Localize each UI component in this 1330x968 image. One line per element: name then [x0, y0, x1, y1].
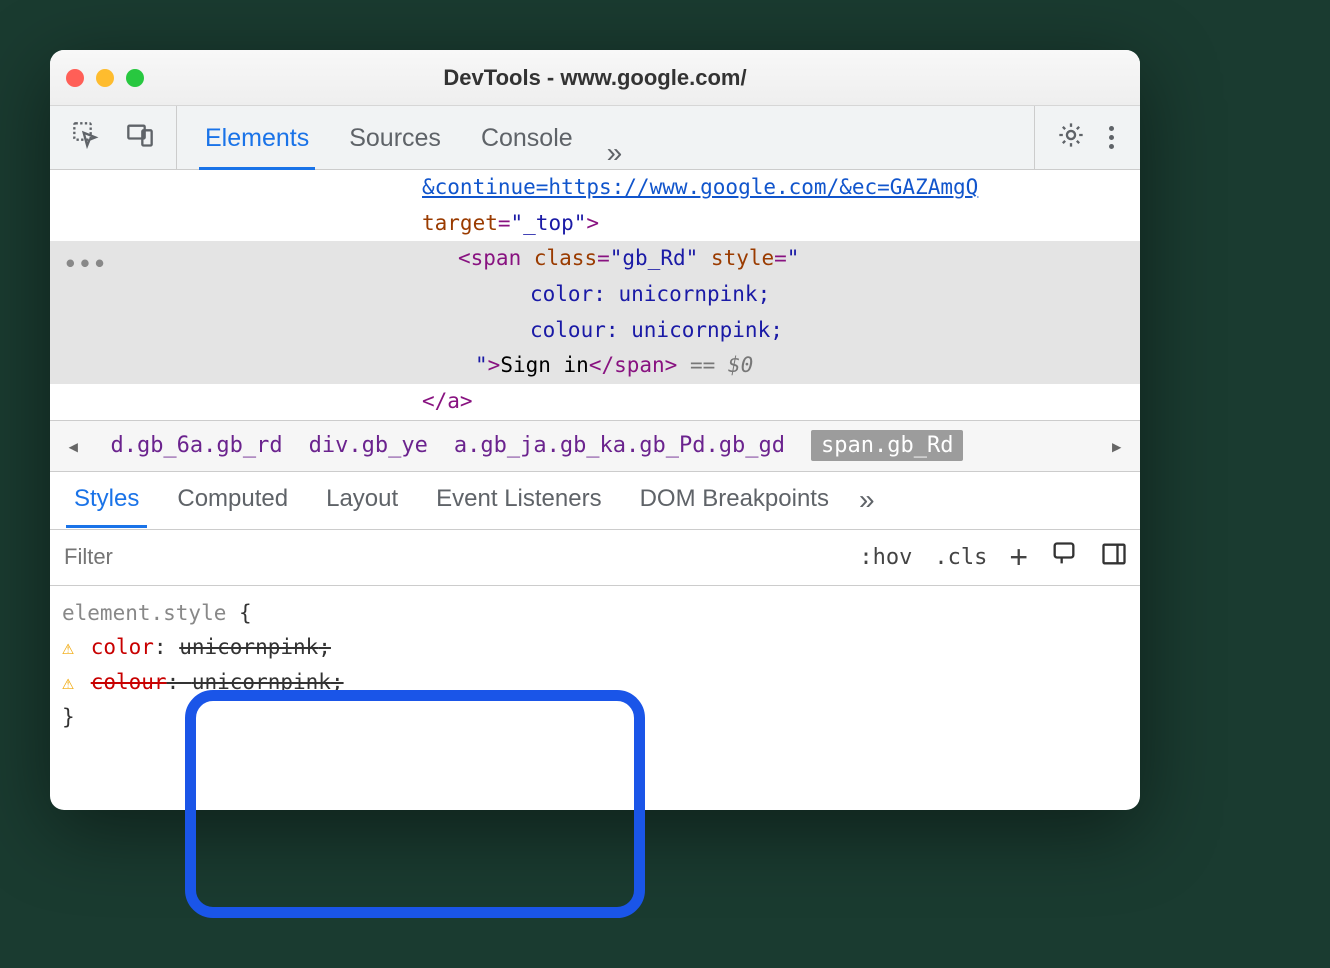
styles-toolbar: :hov .cls + — [50, 530, 1140, 586]
sidebar-tabs: Styles Computed Layout Event Listeners D… — [50, 472, 1140, 530]
elements-tree[interactable]: &continue=https://www.google.com/&ec=GAZ… — [50, 170, 1140, 420]
breadcrumb-item[interactable]: a.gb_ja.gb_ka.gb_Pd.gb_gd — [454, 433, 785, 458]
breadcrumb-prev-icon[interactable]: ◂ — [62, 432, 84, 460]
warning-icon: ⚠ — [62, 635, 74, 659]
rule-close: } — [62, 700, 1128, 735]
subtab-styles[interactable]: Styles — [66, 473, 147, 527]
panel-tabs: Elements Sources Console » — [177, 106, 1034, 169]
rule-selector[interactable]: element.style { — [62, 596, 1128, 631]
more-menu-icon[interactable] — [1105, 122, 1118, 153]
dom-style-line-1[interactable]: color: unicornpink; — [50, 277, 1140, 313]
more-tabs-icon[interactable]: » — [607, 137, 623, 169]
tab-elements[interactable]: Elements — [199, 110, 315, 169]
minimize-window-button[interactable] — [96, 69, 114, 87]
styles-filter-input[interactable] — [62, 543, 839, 571]
hov-button[interactable]: :hov — [859, 545, 912, 570]
more-subtabs-icon[interactable]: » — [859, 484, 875, 516]
expand-icon[interactable]: ••• — [64, 247, 108, 283]
devtools-window: DevTools - www.google.com/ Elements Sour… — [50, 50, 1140, 810]
warning-icon: ⚠ — [62, 670, 74, 694]
breadcrumb-item[interactable]: d.gb_6a.gb_rd — [110, 433, 282, 458]
subtab-dom-breakpoints[interactable]: DOM Breakpoints — [632, 473, 837, 527]
dom-style-line-2[interactable]: colour: unicornpink; — [50, 313, 1140, 349]
dom-close-a[interactable]: </a> — [50, 384, 1140, 420]
tab-console[interactable]: Console — [475, 110, 579, 169]
dom-url-fragment[interactable]: &continue=https://www.google.com/&ec=GAZ… — [50, 170, 1140, 206]
dom-selected-close[interactable]: ">Sign in</span> == $0 — [50, 348, 1140, 384]
styles-pane[interactable]: element.style { ⚠ color: unicornpink; ⚠ … — [50, 586, 1140, 743]
breadcrumb-next-icon[interactable]: ▸ — [1106, 432, 1128, 460]
cls-button[interactable]: .cls — [934, 545, 987, 570]
window-controls — [66, 69, 144, 87]
toggle-sidebar-icon[interactable] — [1100, 540, 1128, 574]
window-title: DevTools - www.google.com/ — [50, 65, 1140, 91]
rule-declaration[interactable]: ⚠ colour: unicornpink; — [62, 665, 1128, 700]
rule-declaration[interactable]: ⚠ color: unicornpink; — [62, 630, 1128, 665]
subtab-event-listeners[interactable]: Event Listeners — [428, 473, 609, 527]
subtab-computed[interactable]: Computed — [169, 473, 296, 527]
close-window-button[interactable] — [66, 69, 84, 87]
zoom-window-button[interactable] — [126, 69, 144, 87]
subtab-layout[interactable]: Layout — [318, 473, 406, 527]
breadcrumb-item[interactable]: div.gb_ye — [309, 433, 428, 458]
main-toolbar: Elements Sources Console » — [50, 106, 1140, 170]
tab-sources[interactable]: Sources — [343, 110, 447, 169]
paint-flashing-icon[interactable] — [1050, 540, 1078, 574]
new-rule-button[interactable]: + — [1009, 541, 1028, 573]
titlebar: DevTools - www.google.com/ — [50, 50, 1140, 106]
inspect-element-icon[interactable] — [72, 121, 100, 155]
settings-icon[interactable] — [1057, 121, 1085, 155]
dom-target-line[interactable]: target="_top"> — [50, 206, 1140, 242]
dom-selected-open[interactable]: ••• <span class="gb_Rd" style=" — [50, 241, 1140, 277]
toggle-device-icon[interactable] — [126, 121, 154, 155]
breadcrumb[interactable]: ◂ d.gb_6a.gb_rd div.gb_ye a.gb_ja.gb_ka.… — [50, 420, 1140, 472]
breadcrumb-item-selected[interactable]: span.gb_Rd — [811, 430, 963, 461]
